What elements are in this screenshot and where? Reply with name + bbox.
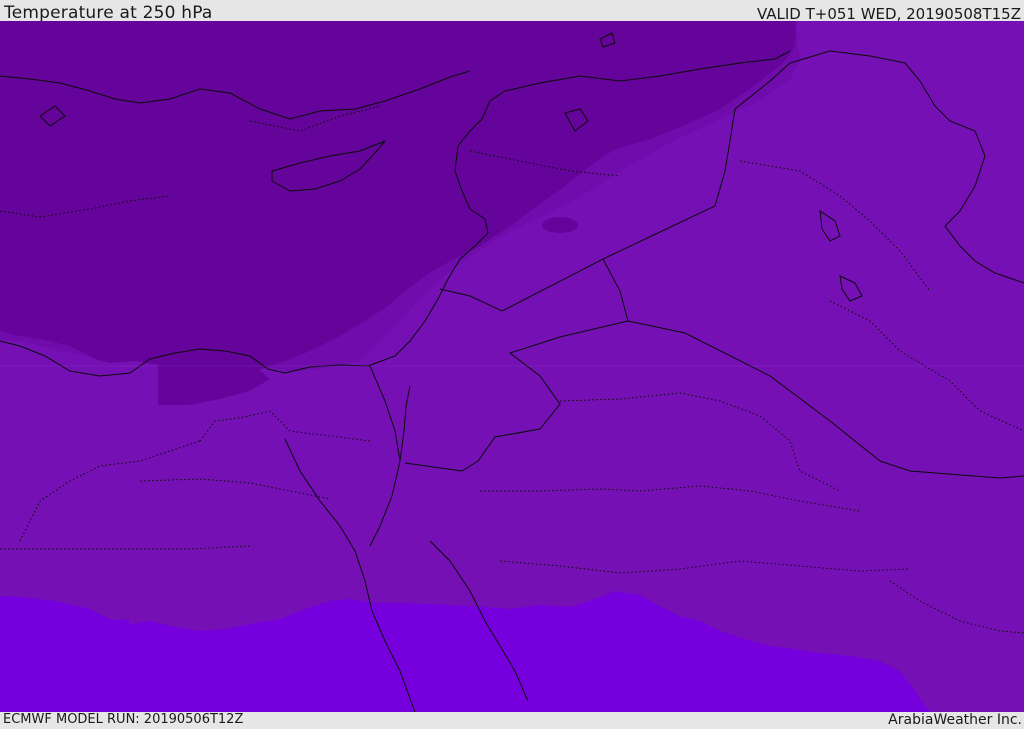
model-run-label: ECMWF MODEL RUN: 20190506T12Z: [3, 712, 244, 727]
forecast-map-frame: Temperature at 250 hPa VALID T+051 WED, …: [0, 0, 1024, 729]
map-title: Temperature at 250 hPa: [4, 3, 213, 23]
credit-label: ArabiaWeather Inc.: [888, 712, 1022, 728]
temperature-band-coldest-cell: [542, 217, 578, 233]
temperature-map: [0, 21, 1024, 712]
